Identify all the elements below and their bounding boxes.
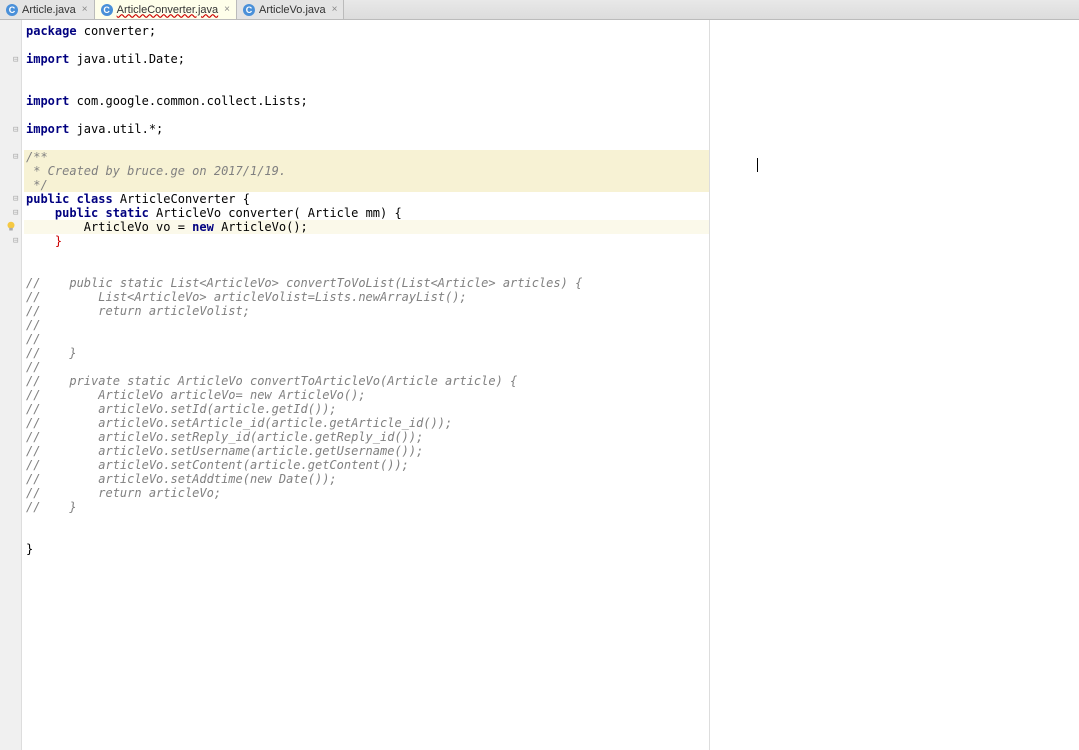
code-line <box>24 38 709 52</box>
fold-icon[interactable]: ⊟ <box>13 55 21 63</box>
close-icon[interactable]: × <box>80 4 88 15</box>
code-line: // return articleVo; <box>24 486 709 500</box>
fold-icon[interactable]: ⊟ <box>13 208 21 216</box>
code-line <box>24 248 709 262</box>
code-line: } <box>24 542 709 556</box>
code-line <box>24 514 709 528</box>
code-line <box>24 528 709 542</box>
code-line: // private static ArticleVo convertToArt… <box>24 374 709 388</box>
class-icon: C <box>243 4 255 16</box>
code-line: */ <box>24 178 709 192</box>
code-line: // articleVo.setAddtime(new Date()); <box>24 472 709 486</box>
class-icon: C <box>6 4 18 16</box>
code-line: // return articleVolist; <box>24 304 709 318</box>
gutter[interactable]: ⊟ ⊟ ⊟ ⊟ ⊟ ⊟ <box>0 20 22 750</box>
code-line: } <box>24 234 709 248</box>
code-line: // } <box>24 500 709 514</box>
code-line <box>24 108 709 122</box>
fold-icon[interactable]: ⊟ <box>13 194 21 202</box>
code-line: // articleVo.setContent(article.getConte… <box>24 458 709 472</box>
code-line: // <box>24 318 709 332</box>
code-line: * Created by bruce.ge on 2017/1/19. <box>24 164 709 178</box>
code-line: // articleVo.setId(article.getId()); <box>24 402 709 416</box>
code-line: // public static List<ArticleVo> convert… <box>24 276 709 290</box>
tab-article[interactable]: C Article.java × <box>0 0 95 19</box>
close-icon[interactable]: × <box>222 4 230 15</box>
code-line <box>24 136 709 150</box>
code-line: package converter; <box>24 24 709 38</box>
right-panel <box>709 20 1079 750</box>
code-line <box>24 66 709 80</box>
code-line: public static ArticleVo converter( Artic… <box>24 206 709 220</box>
code-line: // articleVo.setReply_id(article.getRepl… <box>24 430 709 444</box>
code-line: // <box>24 360 709 374</box>
tab-articleconverter[interactable]: C ArticleConverter.java × <box>95 0 237 19</box>
code-editor[interactable]: package converter; import java.util.Date… <box>22 20 709 750</box>
fold-icon[interactable]: ⊟ <box>13 125 21 133</box>
code-line: // articleVo.setUsername(article.getUser… <box>24 444 709 458</box>
code-line: ArticleVo vo = new ArticleVo(); <box>24 220 709 234</box>
fold-icon[interactable]: ⊟ <box>13 236 21 244</box>
intention-bulb-icon[interactable] <box>4 220 18 234</box>
fold-icon[interactable]: ⊟ <box>13 152 21 160</box>
code-line <box>24 262 709 276</box>
tab-label: ArticleVo.java <box>259 4 326 16</box>
code-line: import java.util.*; <box>24 122 709 136</box>
tab-bar: C Article.java × C ArticleConverter.java… <box>0 0 1079 20</box>
code-line: /** <box>24 150 709 164</box>
tab-label: ArticleConverter.java <box>117 4 219 16</box>
code-line <box>24 80 709 94</box>
tab-label: Article.java <box>22 4 76 16</box>
code-line: // <box>24 332 709 346</box>
code-line: // List<ArticleVo> articleVolist=Lists.n… <box>24 290 709 304</box>
code-line: public class ArticleConverter { <box>24 192 709 206</box>
close-icon[interactable]: × <box>330 4 338 15</box>
tab-articlevo[interactable]: C ArticleVo.java × <box>237 0 345 19</box>
class-icon: C <box>101 4 113 16</box>
code-line: import java.util.Date; <box>24 52 709 66</box>
editor-container: ⊟ ⊟ ⊟ ⊟ ⊟ ⊟ package converter; import ja… <box>0 20 1079 750</box>
code-line: import com.google.common.collect.Lists; <box>24 94 709 108</box>
code-line: // articleVo.setArticle_id(article.getAr… <box>24 416 709 430</box>
code-line: // ArticleVo articleVo= new ArticleVo(); <box>24 388 709 402</box>
text-cursor <box>757 158 758 172</box>
code-line: // } <box>24 346 709 360</box>
